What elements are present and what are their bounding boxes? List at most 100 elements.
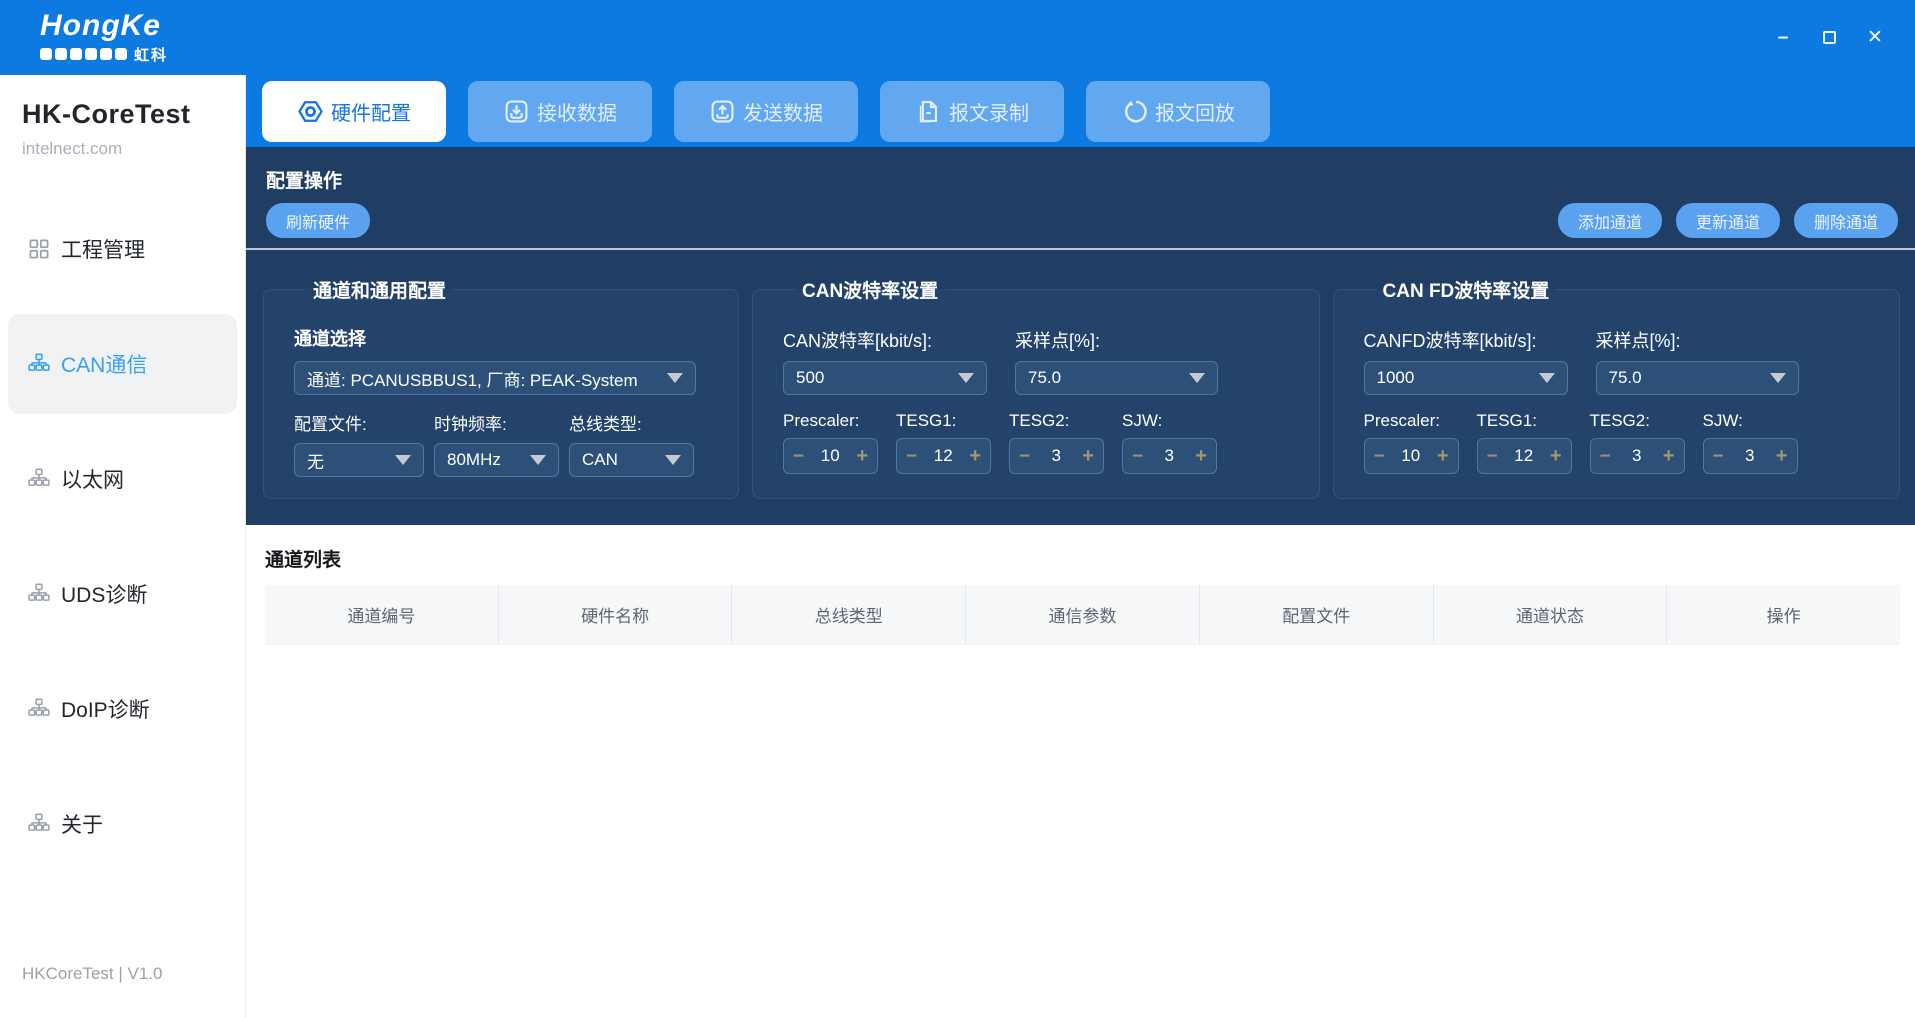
column-header-channel-status: 通道状态 bbox=[1433, 585, 1667, 644]
panel-title: 通道和通用配置 bbox=[306, 276, 453, 303]
canfd-baud-select[interactable]: 1000 bbox=[1364, 361, 1568, 395]
sidebar-item-uds[interactable]: UDS诊断 bbox=[8, 544, 237, 644]
minus-button[interactable]: − bbox=[1374, 447, 1385, 466]
tab-hardware-config[interactable]: 硬件配置 bbox=[262, 81, 446, 142]
chevron-down-icon bbox=[1539, 373, 1555, 383]
sidebar-item-label: DoIP诊断 bbox=[61, 694, 150, 724]
plus-button[interactable]: + bbox=[969, 446, 981, 466]
close-button[interactable]: ✕ bbox=[1857, 20, 1893, 56]
sidebar-item-can[interactable]: CAN通信 bbox=[8, 314, 237, 414]
maximize-button[interactable] bbox=[1811, 20, 1847, 56]
minus-button[interactable]: − bbox=[1600, 447, 1611, 466]
plus-button[interactable]: + bbox=[1082, 446, 1094, 466]
stepper-value: 3 bbox=[1051, 446, 1060, 466]
chevron-down-icon bbox=[1189, 373, 1205, 383]
can-tesg1-label: TESG1: bbox=[896, 411, 991, 431]
general-config-panel: 通道和通用配置 通道选择 通道: PCANUSBBUS1, 厂商: PEAK-S… bbox=[263, 276, 739, 499]
tab-message-record[interactable]: 报文录制 bbox=[880, 81, 1064, 142]
plus-button[interactable]: + bbox=[1550, 446, 1562, 466]
channel-select[interactable]: 通道: PCANUSBBUS1, 厂商: PEAK-System bbox=[294, 361, 696, 395]
sidebar-nav: 工程管理 CAN通信 bbox=[0, 199, 245, 874]
plus-button[interactable]: + bbox=[1195, 446, 1207, 466]
delete-channel-button[interactable]: 删除通道 bbox=[1794, 203, 1898, 238]
minus-button[interactable]: − bbox=[906, 447, 917, 466]
chevron-down-icon bbox=[395, 455, 411, 465]
sitemap-icon bbox=[28, 583, 50, 605]
can-tesg1-stepper: − 12 + bbox=[896, 438, 991, 474]
ops-row: 刷新硬件 添加通道 更新通道 删除通道 bbox=[266, 203, 1898, 238]
minus-button[interactable]: − bbox=[1132, 447, 1143, 466]
sidebar-item-about[interactable]: 关于 bbox=[8, 774, 237, 874]
clock-freq-select[interactable]: 80MHz bbox=[434, 443, 559, 477]
can-baud-select[interactable]: 500 bbox=[783, 361, 987, 395]
tab-receive-data[interactable]: 接收数据 bbox=[468, 81, 652, 142]
sitemap-icon bbox=[28, 698, 50, 720]
canfd-tesg2-label: TESG2: bbox=[1590, 411, 1685, 431]
sidebar-item-ethernet[interactable]: 以太网 bbox=[8, 429, 237, 529]
maximize-icon bbox=[1823, 31, 1836, 44]
page-title: HK-CoreTest bbox=[22, 99, 245, 130]
column-header-actions: 操作 bbox=[1666, 585, 1900, 644]
bus-type-label: 总线类型: bbox=[569, 410, 694, 435]
clock-freq-label: 时钟频率: bbox=[434, 410, 559, 435]
sidebar-item-doip[interactable]: DoIP诊断 bbox=[8, 659, 237, 759]
minus-button[interactable]: − bbox=[1713, 447, 1724, 466]
channel-select-value: 通道: PCANUSBBUS1, 厂商: PEAK-System bbox=[307, 366, 638, 391]
tab-message-replay[interactable]: 报文回放 bbox=[1086, 81, 1270, 142]
plus-button[interactable]: + bbox=[1437, 446, 1449, 466]
minus-button[interactable]: − bbox=[1019, 447, 1030, 466]
column-header-comm-params: 通信参数 bbox=[965, 585, 1199, 644]
logo-subline: 虹科 bbox=[40, 44, 168, 65]
logo-squares bbox=[40, 48, 127, 60]
add-channel-button[interactable]: 添加通道 bbox=[1558, 203, 1662, 238]
can-selects-row: 500 75.0 bbox=[783, 361, 1301, 395]
minus-button[interactable]: − bbox=[793, 447, 804, 466]
chevron-down-icon bbox=[667, 373, 683, 383]
channel-list-section: 通道列表 通道编号 硬件名称 总线类型 通信参数 配置文件 通道状态 操作 bbox=[246, 525, 1915, 1018]
send-icon bbox=[709, 98, 736, 125]
sidebar-item-project[interactable]: 工程管理 bbox=[8, 199, 237, 299]
column-header-config-file: 配置文件 bbox=[1199, 585, 1433, 644]
version-text: HKCoreTest | V1.0 bbox=[22, 964, 162, 984]
update-channel-button[interactable]: 更新通道 bbox=[1676, 203, 1780, 238]
minimize-button[interactable]: – bbox=[1765, 20, 1801, 56]
settings-panels: 通道和通用配置 通道选择 通道: PCANUSBBUS1, 厂商: PEAK-S… bbox=[246, 250, 1915, 525]
plus-button[interactable]: + bbox=[1776, 446, 1788, 466]
tab-label: 接收数据 bbox=[537, 97, 617, 126]
stepper-value: 3 bbox=[1164, 446, 1173, 466]
can-sjw-stepper: − 3 + bbox=[1122, 438, 1217, 474]
canfd-prescaler-stepper: − 10 + bbox=[1364, 438, 1459, 474]
config-file-select[interactable]: 无 bbox=[294, 443, 424, 477]
tab-label: 报文回放 bbox=[1155, 97, 1235, 126]
minus-button[interactable]: − bbox=[1487, 447, 1498, 466]
refresh-hardware-button[interactable]: 刷新硬件 bbox=[266, 203, 370, 238]
content-area: 硬件配置 接收数据 bbox=[246, 75, 1915, 1018]
table-header: 通道编号 硬件名称 总线类型 通信参数 配置文件 通道状态 操作 bbox=[265, 585, 1900, 645]
can-baud-value: 500 bbox=[796, 368, 824, 388]
plus-button[interactable]: + bbox=[1663, 446, 1675, 466]
tab-send-data[interactable]: 发送数据 bbox=[674, 81, 858, 142]
product-domain: intelnect.com bbox=[22, 139, 245, 159]
canfd-sample-select[interactable]: 75.0 bbox=[1596, 361, 1799, 395]
logo-text: HongKe bbox=[40, 11, 168, 41]
plus-button[interactable]: + bbox=[856, 446, 868, 466]
bus-type-value: CAN bbox=[582, 450, 618, 470]
chevron-down-icon bbox=[1770, 373, 1786, 383]
bus-type-select[interactable]: CAN bbox=[569, 443, 694, 477]
canfd-timing-steppers: − 10 + − 12 + − 3 + − bbox=[1364, 438, 1882, 474]
can-sample-select[interactable]: 75.0 bbox=[1015, 361, 1218, 395]
can-prescaler-label: Prescaler: bbox=[783, 411, 878, 431]
canfd-labels-row: CANFD波特率[kbit/s]: 采样点[%]: bbox=[1364, 327, 1882, 353]
canfd-sample-label: 采样点[%]: bbox=[1596, 327, 1799, 353]
channel-select-label: 通道选择 bbox=[294, 325, 720, 351]
hongke-logo: HongKe 虹科 bbox=[40, 11, 168, 65]
canfd-baud-value: 1000 bbox=[1377, 368, 1415, 388]
sitemap-icon bbox=[28, 468, 50, 490]
canfd-prescaler-label: Prescaler: bbox=[1364, 411, 1459, 431]
canfd-baudrate-panel: CAN FD波特率设置 CANFD波特率[kbit/s]: 采样点[%]: 10… bbox=[1333, 276, 1901, 499]
clock-freq-value: 80MHz bbox=[447, 450, 501, 470]
can-baud-label: CAN波特率[kbit/s]: bbox=[783, 327, 987, 353]
sidebar-item-label: UDS诊断 bbox=[61, 579, 147, 609]
canfd-selects-row: 1000 75.0 bbox=[1364, 361, 1882, 395]
sidebar-item-label: 以太网 bbox=[61, 464, 124, 494]
